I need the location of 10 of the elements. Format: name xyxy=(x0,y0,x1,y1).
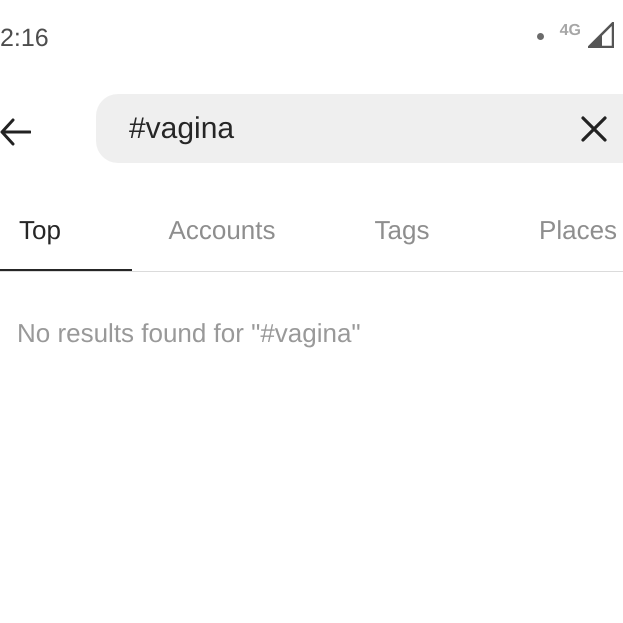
signal-icon xyxy=(588,22,614,48)
search-field[interactable]: #vagina xyxy=(96,94,623,163)
back-arrow-icon xyxy=(0,118,31,146)
no-results-message: No results found for "#vagina" xyxy=(17,318,361,348)
close-icon xyxy=(581,116,607,142)
tab[interactable]: Top xyxy=(0,191,132,271)
status-time: 2:16 xyxy=(0,24,49,50)
clear-search-button[interactable] xyxy=(580,114,608,142)
search-input[interactable]: #vagina xyxy=(129,106,580,151)
network-type: 4G xyxy=(560,23,581,39)
